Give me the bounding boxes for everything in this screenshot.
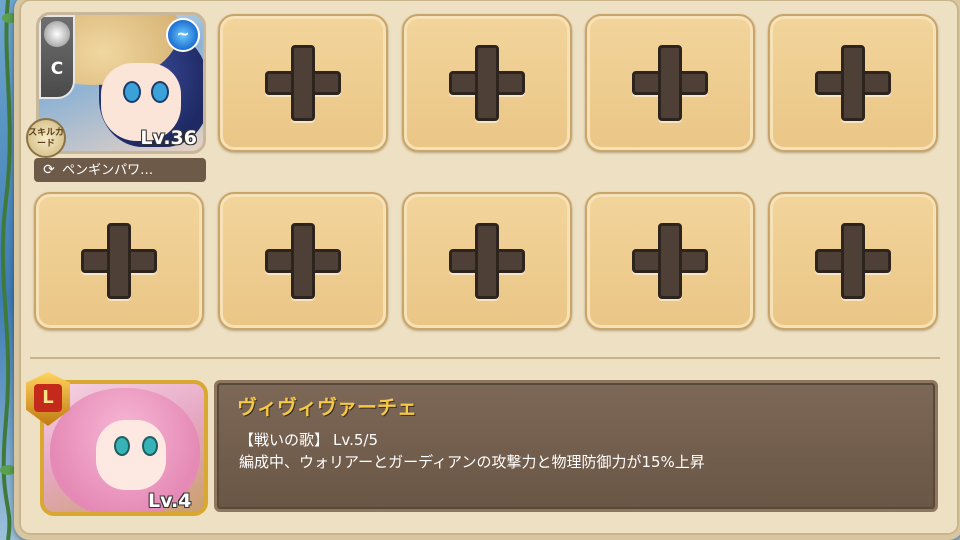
rarity-swirl-icon — [44, 21, 70, 47]
leader-eye-left — [114, 436, 130, 456]
skill-card-icon: スキルカード — [26, 118, 66, 158]
party-slot-empty[interactable] — [34, 192, 204, 330]
party-slot-empty[interactable] — [585, 192, 755, 330]
plus-icon — [265, 223, 341, 299]
plus-icon — [815, 223, 891, 299]
leader-skill-description: 編成中、ウォリアーとガーディアンの攻撃力と物理防御力が15%上昇 — [239, 453, 705, 471]
party-slot-empty[interactable] — [218, 14, 388, 152]
plus-icon — [815, 45, 891, 121]
plus-icon — [449, 45, 525, 121]
party-slot-empty[interactable] — [402, 192, 572, 330]
leader-skill-level: Lv.5/5 — [333, 431, 378, 449]
leader-skill-title: 【戦いの歌】 — [239, 431, 330, 449]
party-slot-empty[interactable] — [585, 14, 755, 152]
skill-card-name-bar[interactable]: ⟳ ペンギンパワ… — [34, 158, 206, 182]
leader-face — [96, 420, 166, 490]
character-eye-right — [151, 81, 169, 103]
skill-card-name: ペンギンパワ… — [62, 163, 154, 178]
section-divider — [30, 357, 940, 359]
rarity-letter: C — [50, 59, 64, 79]
character-level: Lv.36 — [140, 127, 197, 149]
character-eye-left — [123, 81, 141, 103]
party-slot-empty[interactable] — [768, 192, 938, 330]
leader-eye-right — [142, 436, 158, 456]
leader-rarity-letter: L — [34, 384, 62, 412]
plus-icon — [265, 45, 341, 121]
rarity-badge: C — [39, 15, 75, 99]
plus-icon — [449, 223, 525, 299]
leader-skill-panel: ヴィヴィヴァーチェ 【戦いの歌】 Lv.5/5 編成中、ウォリアーとガーディアンの… — [214, 380, 938, 512]
plus-icon — [81, 223, 157, 299]
leader-name: ヴィヴィヴァーチェ — [237, 395, 417, 419]
plus-icon — [632, 223, 708, 299]
water-icon: ~ — [166, 18, 200, 52]
plus-icon — [632, 45, 708, 121]
swap-icon: ⟳ — [43, 162, 55, 178]
leader-skill-line: 【戦いの歌】 Lv.5/5 — [239, 429, 382, 450]
party-slot-empty[interactable] — [218, 192, 388, 330]
party-slot-empty[interactable] — [402, 14, 572, 152]
leader-level: Lv.4 — [148, 490, 192, 512]
skill-card-label: スキルカード — [28, 128, 64, 149]
party-slot-empty[interactable] — [768, 14, 938, 152]
